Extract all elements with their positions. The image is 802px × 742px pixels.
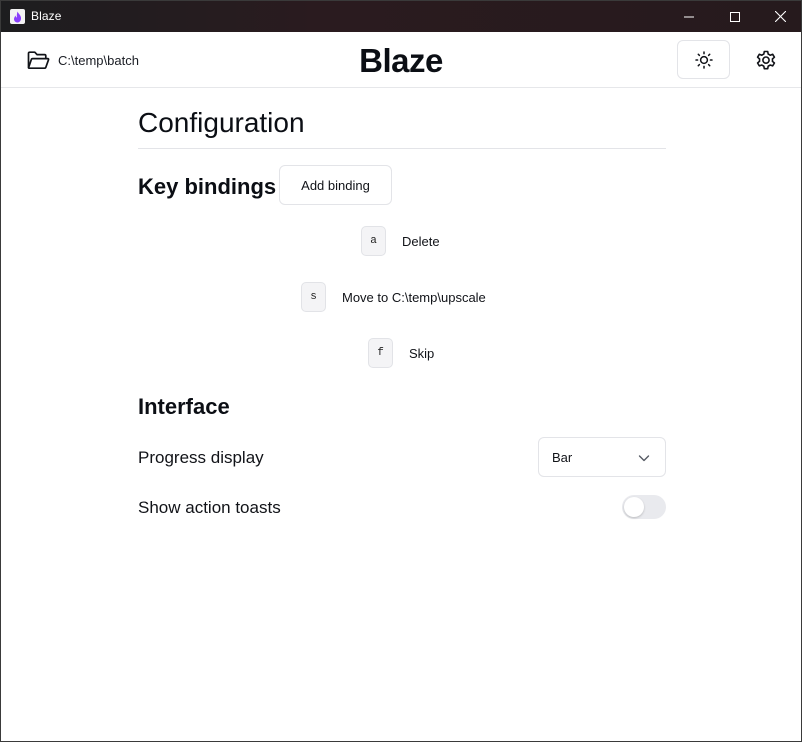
binding-key[interactable]: a: [361, 226, 386, 256]
window-title: Blaze: [31, 9, 62, 23]
sun-icon: [694, 50, 713, 69]
show-action-toasts-label: Show action toasts: [138, 498, 281, 517]
binding-key[interactable]: s: [301, 282, 326, 312]
app-header: C:\temp\batch Blaze: [1, 32, 801, 88]
binding-row-skip[interactable]: f Skip: [368, 338, 434, 368]
binding-action: Move to C:\temp\upscale: [342, 289, 486, 305]
gear-icon: [756, 50, 776, 70]
settings-button[interactable]: [753, 47, 779, 73]
progress-display-select[interactable]: Bar: [538, 437, 666, 477]
binding-action: Skip: [409, 345, 435, 361]
title-bar[interactable]: Blaze: [1, 1, 801, 32]
maximize-icon: [730, 11, 740, 22]
binding-row-move[interactable]: s Move to C:\temp\upscale: [301, 282, 486, 312]
add-binding-button[interactable]: Add binding: [279, 165, 392, 205]
theme-toggle-button[interactable]: [677, 40, 730, 79]
title-divider: [138, 148, 666, 149]
show-action-toasts-toggle[interactable]: [622, 495, 666, 519]
progress-display-label: Progress display: [138, 448, 264, 467]
close-icon: [774, 11, 786, 22]
minimize-button[interactable]: [666, 1, 712, 32]
page-title: Configuration: [138, 107, 305, 138]
minimize-icon: [684, 16, 694, 17]
binding-action: Delete: [402, 233, 440, 249]
select-value: Bar: [552, 449, 573, 465]
key-bindings-heading: Key bindings: [138, 174, 277, 199]
flame-app-icon: [10, 9, 25, 24]
binding-row-delete[interactable]: a Delete: [361, 226, 440, 256]
toggle-knob: [624, 497, 644, 517]
close-button[interactable]: [757, 1, 801, 32]
binding-key[interactable]: f: [368, 338, 393, 368]
app-window: Blaze C:\temp\batch Blaze Configuration …: [0, 0, 802, 742]
maximize-button[interactable]: [712, 1, 758, 32]
interface-heading: Interface: [138, 394, 230, 419]
chevron-down-icon: [638, 455, 650, 462]
